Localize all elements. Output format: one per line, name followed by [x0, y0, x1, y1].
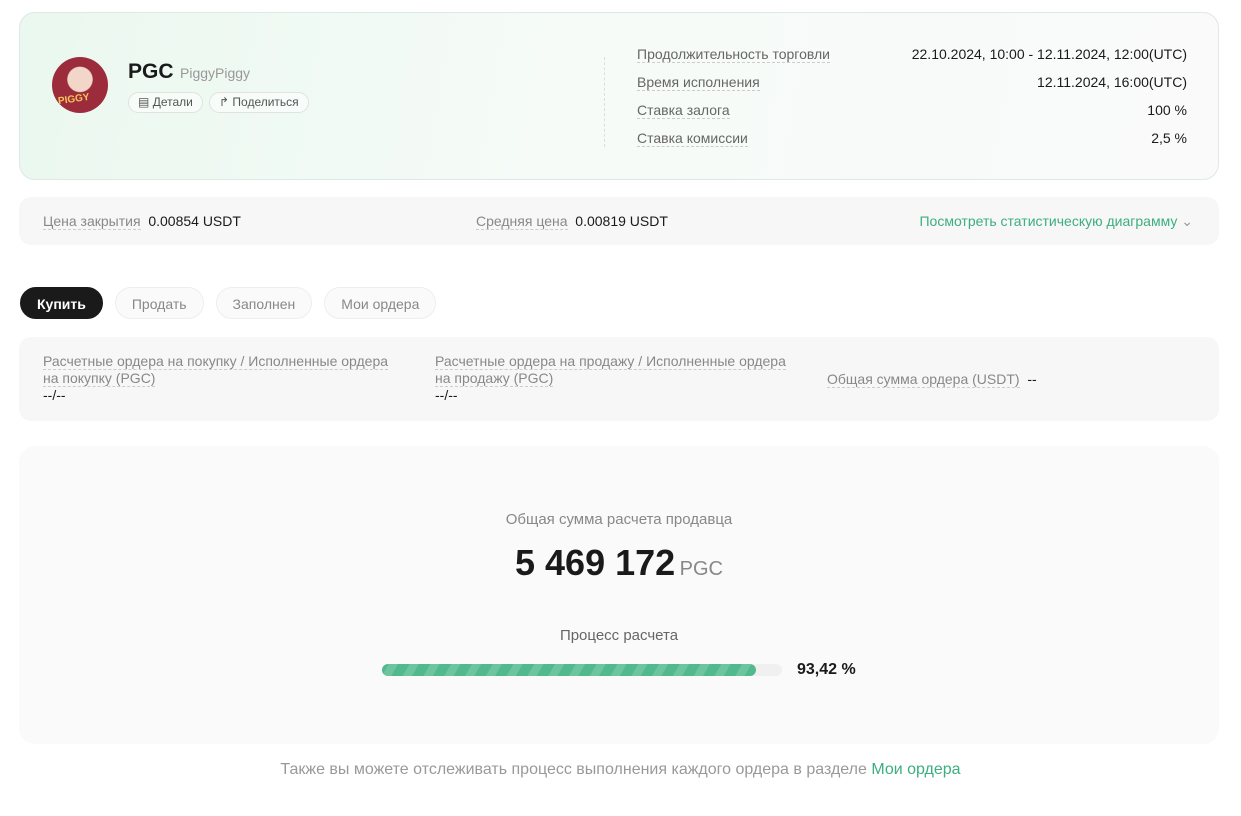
share-label: Поделиться	[232, 95, 299, 109]
token-symbol: PGC	[128, 60, 174, 83]
tab-buy[interactable]: Купить	[20, 287, 103, 319]
info-row: Ставка залога 100 %	[637, 102, 1187, 119]
info-row: Ставка комиссии 2,5 %	[637, 130, 1187, 147]
footer-note: Также вы можете отслеживать процесс выпо…	[0, 761, 1241, 779]
avg-price-value: 0.00819 USDT	[575, 213, 668, 229]
orders-summary: Расчетные ордера на покупку / Исполненны…	[19, 337, 1219, 421]
footer-text: Также вы можете отслеживать процесс выпо…	[280, 761, 872, 778]
share-button[interactable]: ↱ Поделиться	[209, 92, 309, 113]
view-chart-label: Посмотреть статистическую диаграмму	[919, 213, 1178, 229]
close-price-value: 0.00854 USDT	[148, 213, 241, 229]
progress-value: 93,42 %	[797, 661, 856, 678]
token-logo: PIGGY	[52, 57, 108, 113]
details-label: Детали	[152, 95, 193, 109]
progress-bar	[382, 664, 782, 676]
my-orders-link[interactable]: Мои ордера	[871, 761, 960, 778]
info-label: Ставка комиссии	[637, 130, 748, 147]
info-label: Ставка залога	[637, 102, 730, 119]
details-button[interactable]: ▤ Детали	[128, 92, 203, 113]
share-icon: ↱	[219, 95, 230, 109]
chevron-down-icon: ⌄	[1181, 213, 1193, 229]
info-value: 2,5 %	[1151, 130, 1187, 146]
info-value: 12.11.2024, 16:00(UTC)	[1037, 74, 1187, 90]
view-chart-link[interactable]: Посмотреть статистическую диаграмму ⌄	[919, 213, 1193, 230]
divider	[604, 57, 605, 147]
sell-orders-value: --/--	[435, 387, 458, 403]
info-row: Время исполнения 12.11.2024, 16:00(UTC)	[637, 74, 1187, 91]
progress-fill	[382, 664, 756, 676]
tab-sell[interactable]: Продать	[114, 287, 204, 319]
settlement-unit: PGC	[679, 558, 723, 580]
info-value: 22.10.2024, 10:00 - 12.11.2024, 12:00(UT…	[911, 46, 1187, 62]
tab-my-orders[interactable]: Мои ордера	[324, 287, 437, 319]
info-row: Продолжительность торговли 22.10.2024, 10…	[637, 46, 1187, 63]
tab-filled[interactable]: Заполнен	[215, 287, 313, 319]
clipboard-icon: ▤	[138, 95, 150, 109]
token-name: PiggyPiggy	[180, 65, 251, 81]
settlement-title: Общая сумма расчета продавца	[505, 511, 733, 528]
info-label: Продолжительность торговли	[637, 46, 830, 63]
buy-orders-label: Расчетные ордера на покупку / Исполненны…	[43, 353, 389, 387]
settlement-panel: Общая сумма расчета продавца 5 469 172 P…	[19, 446, 1219, 744]
total-order-label: Общая сумма ордера (USDT)	[827, 371, 1020, 388]
tabs: Купить Продать Заполнен Мои ордера	[20, 287, 437, 319]
buy-orders-value: --/--	[43, 387, 66, 403]
token-header: PIGGY PGC PiggyPiggy ▤ Детали ↱ Поделить…	[19, 12, 1219, 180]
info-value: 100 %	[1147, 102, 1187, 118]
avg-price-label: Средняя цена	[476, 213, 568, 230]
price-bar: Цена закрытия 0.00854 USDT Средняя цена …	[19, 197, 1219, 245]
total-order-value: --	[1027, 371, 1037, 387]
info-label: Время исполнения	[637, 74, 760, 91]
sell-orders-label: Расчетные ордера на продажу / Исполненны…	[435, 353, 786, 387]
close-price-label: Цена закрытия	[43, 213, 141, 230]
progress-label: Процесс расчета	[559, 627, 679, 644]
settlement-amount: 5 469 172	[515, 542, 676, 583]
